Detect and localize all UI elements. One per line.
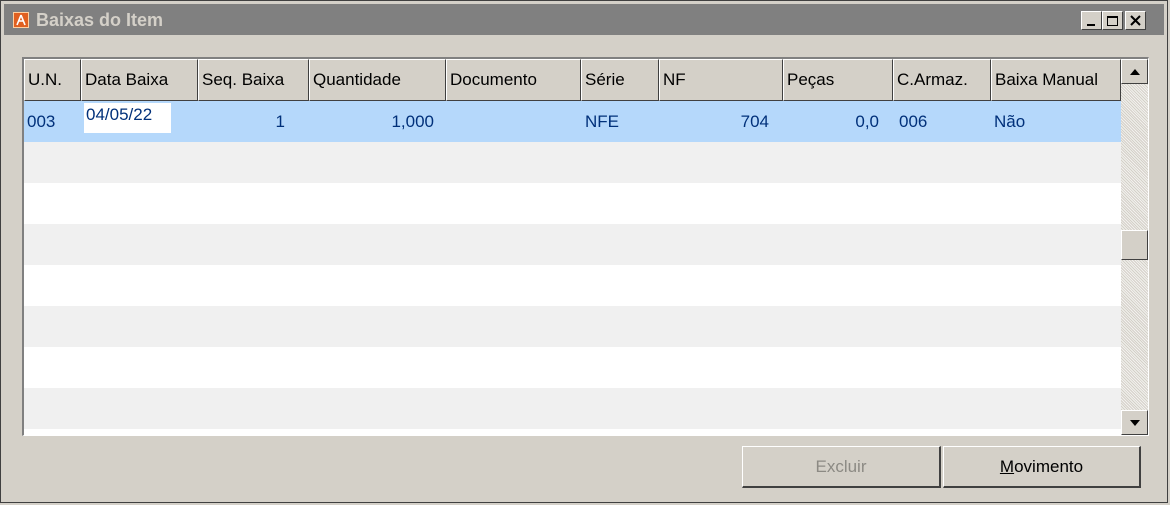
cell-serie[interactable]: NFE bbox=[585, 101, 619, 142]
cell-pecas[interactable]: 0,0 bbox=[783, 101, 879, 142]
column-header-seq-baixa[interactable]: Seq. Baixa bbox=[198, 59, 309, 101]
empty-row bbox=[24, 183, 1121, 224]
app-logo-icon[interactable] bbox=[13, 12, 29, 28]
window-title: Baixas do Item bbox=[36, 10, 164, 30]
data-baixa-input[interactable]: 04/05/22 bbox=[84, 103, 171, 133]
empty-row bbox=[24, 388, 1121, 429]
close-button[interactable] bbox=[1125, 11, 1146, 30]
cell-seq-baixa[interactable]: 1 bbox=[198, 101, 285, 142]
column-header-serie[interactable]: Série bbox=[581, 59, 659, 101]
column-header-quantidade[interactable]: Quantidade bbox=[309, 59, 446, 101]
baixas-grid[interactable]: U.N. Data Baixa Seq. Baixa Quantidade Do… bbox=[22, 57, 1149, 436]
scroll-up-button[interactable] bbox=[1121, 59, 1148, 84]
table-row[interactable]: 003 04/05/22 1 1,000 NFE 704 0,0 006 Não bbox=[24, 101, 1121, 142]
column-header-documento[interactable]: Documento bbox=[446, 59, 581, 101]
column-header-data-baixa[interactable]: Data Baixa bbox=[81, 59, 198, 101]
excluir-button[interactable]: Excluir bbox=[742, 446, 941, 488]
grid-header: U.N. Data Baixa Seq. Baixa Quantidade Do… bbox=[24, 59, 1121, 101]
cell-nf[interactable]: 704 bbox=[659, 101, 769, 142]
minimize-icon bbox=[1087, 24, 1095, 26]
column-header-un[interactable]: U.N. bbox=[24, 59, 81, 101]
cell-baixa-manual[interactable]: Não bbox=[994, 101, 1025, 142]
column-header-nf[interactable]: NF bbox=[659, 59, 783, 101]
maximize-icon bbox=[1107, 16, 1118, 26]
scroll-down-button[interactable] bbox=[1121, 410, 1148, 435]
title-bar[interactable]: Baixas do Item bbox=[4, 4, 1164, 35]
movimento-label: ovimento bbox=[1014, 457, 1084, 476]
movimento-button[interactable]: Movimento bbox=[943, 446, 1141, 488]
cell-quantidade[interactable]: 1,000 bbox=[309, 101, 434, 142]
column-header-c-armaz[interactable]: C.Armaz. bbox=[893, 59, 991, 101]
cell-un[interactable]: 003 bbox=[27, 101, 55, 142]
empty-row bbox=[24, 224, 1121, 265]
minimize-button[interactable] bbox=[1081, 11, 1102, 30]
column-header-baixa-manual[interactable]: Baixa Manual bbox=[991, 59, 1121, 101]
arrow-up-icon bbox=[1130, 69, 1140, 75]
empty-row bbox=[24, 142, 1121, 183]
movimento-accelerator: M bbox=[999, 457, 1015, 476]
maximize-button[interactable] bbox=[1102, 11, 1123, 30]
empty-row bbox=[24, 306, 1121, 347]
empty-row bbox=[24, 265, 1121, 306]
vertical-scrollbar[interactable] bbox=[1121, 59, 1148, 435]
empty-row bbox=[24, 347, 1121, 388]
scrollbar-thumb[interactable] bbox=[1121, 230, 1148, 260]
baixas-window: Baixas do Item U.N. Data Baixa Seq. Baix… bbox=[0, 0, 1168, 503]
column-header-pecas[interactable]: Peças bbox=[783, 59, 893, 101]
cell-c-armaz[interactable]: 006 bbox=[899, 101, 927, 142]
close-icon bbox=[1130, 15, 1141, 26]
arrow-down-icon bbox=[1130, 420, 1140, 426]
